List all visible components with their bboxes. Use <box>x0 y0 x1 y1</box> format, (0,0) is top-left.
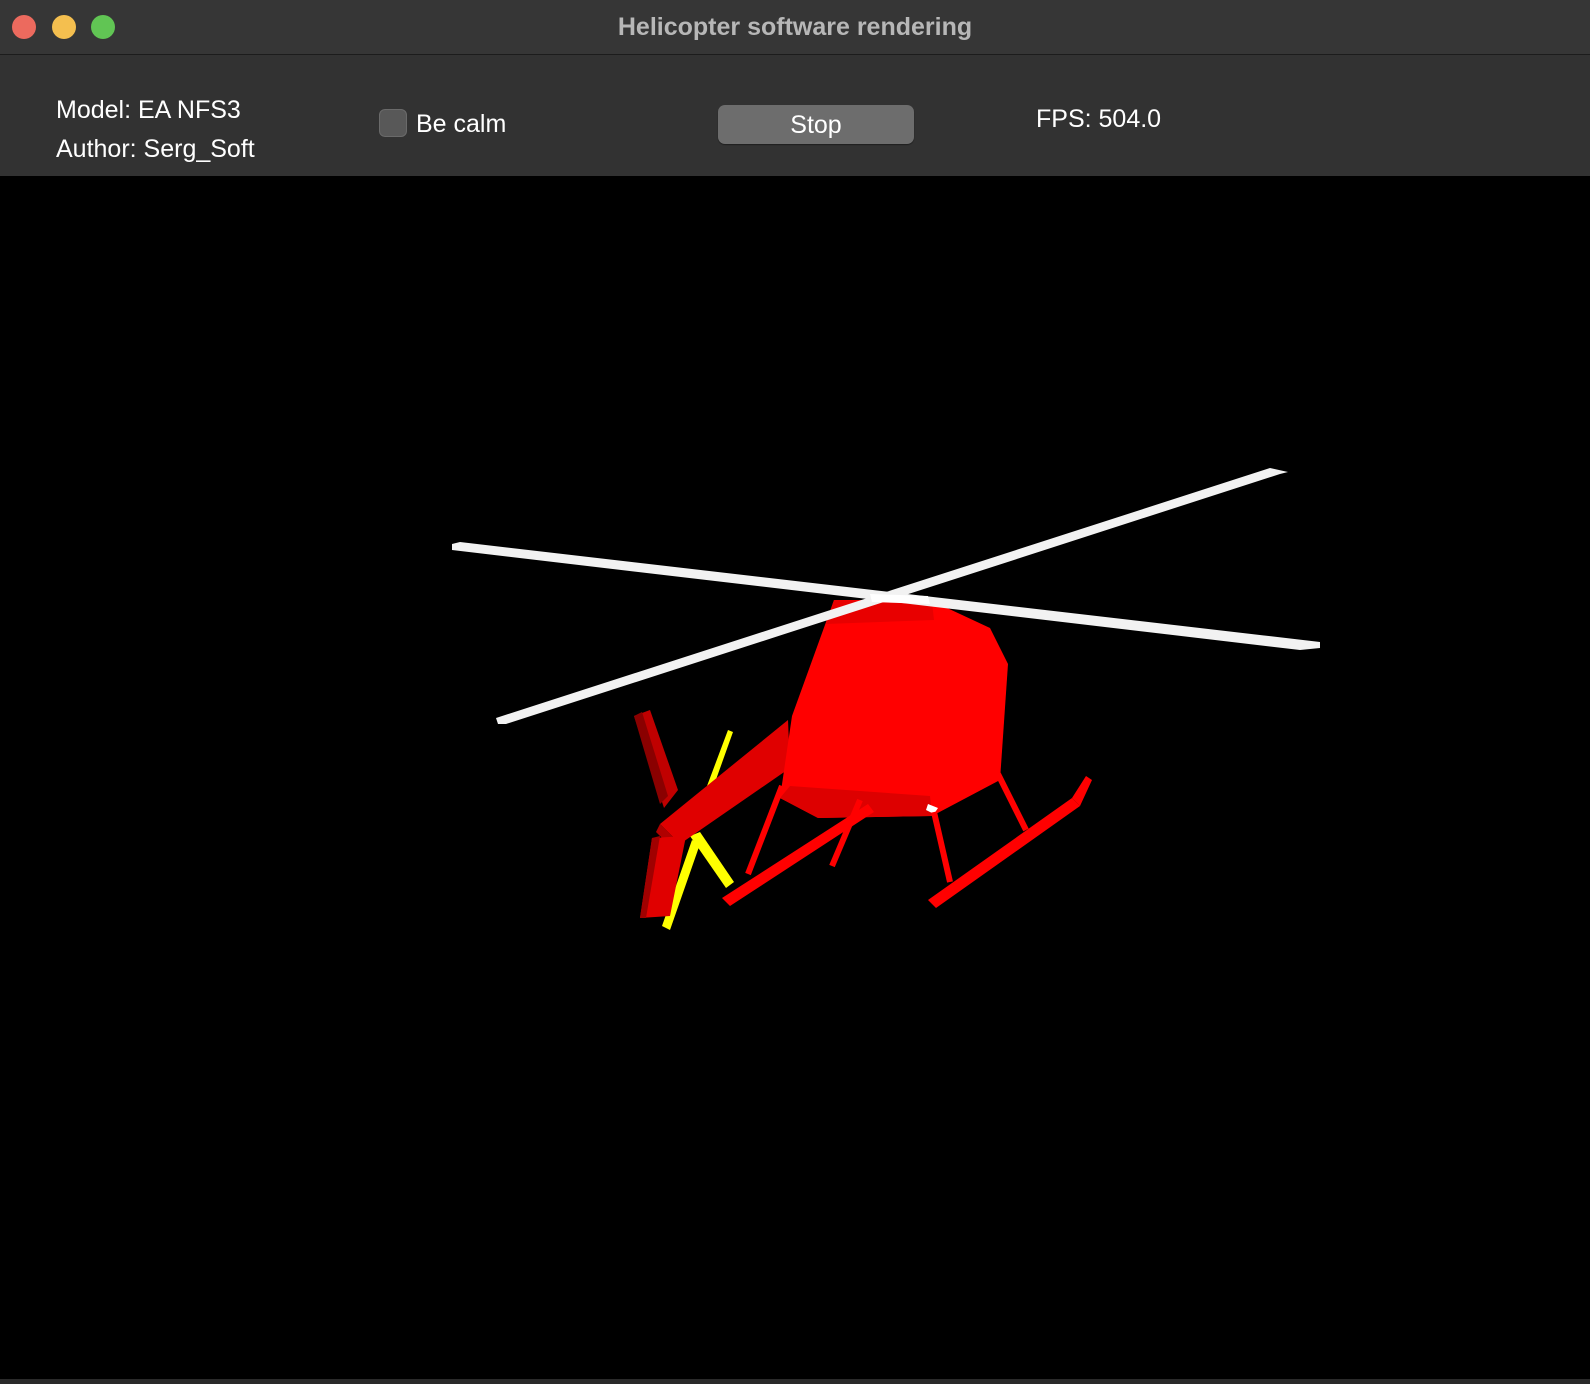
skid-left <box>722 804 874 906</box>
stop-button[interactable]: Stop <box>718 105 914 144</box>
helicopter-render <box>452 468 1320 930</box>
be-calm-checkbox[interactable] <box>379 109 407 137</box>
toolbar: Model: EA NFS3 Author: Serg_Soft Be calm… <box>0 55 1590 176</box>
be-calm-label[interactable]: Be calm <box>416 110 506 139</box>
render-viewport[interactable] <box>0 176 1590 1379</box>
model-label: Model: EA NFS3 <box>56 96 241 124</box>
window-bottom-edge <box>0 1379 1590 1384</box>
fps-counter: FPS: 504.0 <box>1036 105 1162 133</box>
app-window: Helicopter software rendering Model: EA … <box>0 0 1590 1384</box>
skid-right <box>928 798 1080 908</box>
helicopter-model <box>452 468 1320 930</box>
author-label: Author: Serg_Soft <box>56 135 255 163</box>
title-bar[interactable]: Helicopter software rendering <box>0 0 1590 55</box>
fuselage <box>780 600 1008 818</box>
window-title: Helicopter software rendering <box>617 13 973 41</box>
